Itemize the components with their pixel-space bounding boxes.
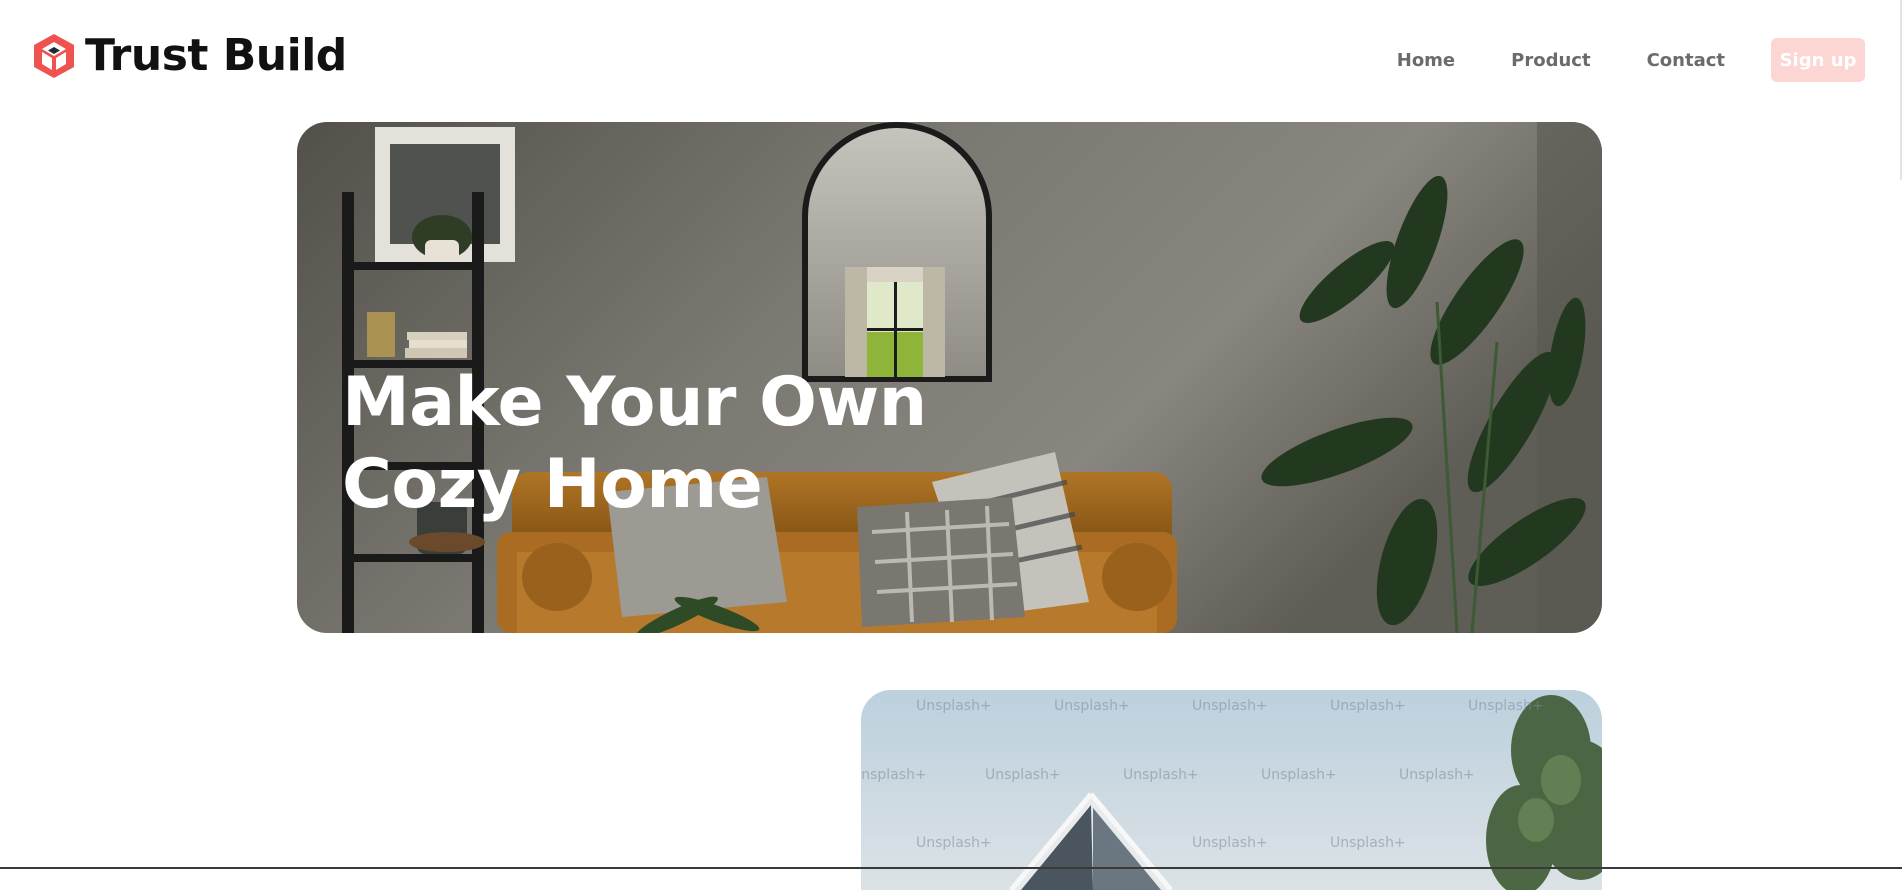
main-nav: Home Product Contact Sign up (1397, 38, 1865, 82)
nav-link-contact[interactable]: Contact (1647, 50, 1725, 71)
watermark-text: Unsplash+ (916, 835, 992, 851)
watermark-text: Unsplash+ (861, 767, 927, 783)
brand-name: Trust Build (85, 30, 347, 81)
watermark-text: Unsplash+ (985, 767, 1061, 783)
watermark-text: Unsplash+ (1192, 835, 1268, 851)
building-illustration (1009, 695, 1602, 890)
signup-button[interactable]: Sign up (1771, 38, 1865, 82)
watermark-text: Unsplash+ (1468, 698, 1544, 714)
hero-banner: Make Your Own Cozy Home (297, 122, 1602, 633)
hero-title-line-1: Make Your Own (342, 363, 927, 442)
site-header: Trust Build Home Product Contact Sign up (0, 0, 1902, 120)
watermark-text: Unsplash+ (1330, 835, 1406, 851)
hero-title: Make Your Own Cozy Home (342, 362, 962, 526)
building-image-card: Unsplash+ Unsplash+ Unsplash+ Unsplash+ … (861, 690, 1602, 890)
nav-link-home[interactable]: Home (1397, 50, 1455, 71)
watermark-text: Unsplash+ (1330, 698, 1406, 714)
watermark-text: Unsplash+ (1054, 698, 1130, 714)
nav-link-product[interactable]: Product (1511, 50, 1590, 71)
watermark-text: Unsplash+ (1261, 767, 1337, 783)
watermark-text: Unsplash+ (1192, 698, 1268, 714)
watermark-text: Unsplash+ (1399, 767, 1475, 783)
watermark-text: Unsplash+ (916, 698, 992, 714)
hero-title-line-2: Cozy Home (342, 445, 763, 524)
brand-logo[interactable]: Trust Build (33, 33, 347, 79)
watermark-text: Unsplash+ (1123, 767, 1199, 783)
cube-logo-icon (34, 34, 74, 78)
